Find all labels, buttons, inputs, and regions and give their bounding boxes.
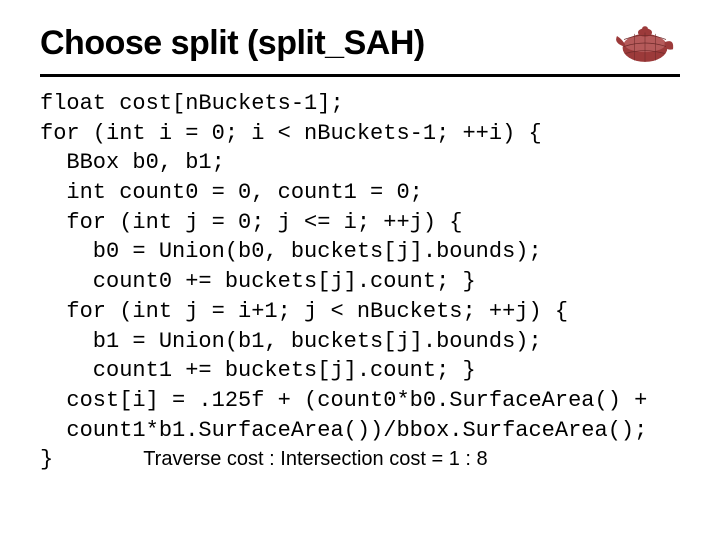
code-line: BBox b0, b1;: [40, 150, 225, 175]
teapot-icon: [610, 18, 680, 68]
code-line: for (int j = i+1; j < nBuckets; ++j) {: [40, 299, 568, 324]
code-line: b1 = Union(b1, buckets[j].bounds);: [40, 329, 542, 354]
code-line: count1*b1.SurfaceArea())/bbox.SurfaceAre…: [40, 418, 647, 443]
code-line: cost[i] = .125f + (count0*b0.SurfaceArea…: [40, 388, 647, 413]
code-line: for (int i = 0; i < nBuckets-1; ++i) {: [40, 121, 542, 146]
caption-text: Traverse cost : Intersection cost = 1 : …: [53, 446, 487, 473]
code-line: int count0 = 0, count1 = 0;: [40, 180, 423, 205]
code-line: float cost[nBuckets-1];: [40, 91, 344, 116]
code-line: b0 = Union(b0, buckets[j].bounds);: [40, 239, 542, 264]
code-line: for (int j = 0; j <= i; ++j) {: [40, 210, 462, 235]
slide-title: Choose split (split_SAH): [40, 24, 425, 63]
title-divider: [40, 74, 680, 77]
code-line: count0 += buckets[j].count; }: [40, 269, 476, 294]
code-line: count1 += buckets[j].count; }: [40, 358, 476, 383]
code-line: }: [40, 447, 53, 472]
code-block: float cost[nBuckets-1]; for (int i = 0; …: [0, 89, 720, 475]
slide: Choose split (split_SAH) float cost[nBuc…: [0, 0, 720, 540]
title-row: Choose split (split_SAH): [0, 0, 720, 74]
